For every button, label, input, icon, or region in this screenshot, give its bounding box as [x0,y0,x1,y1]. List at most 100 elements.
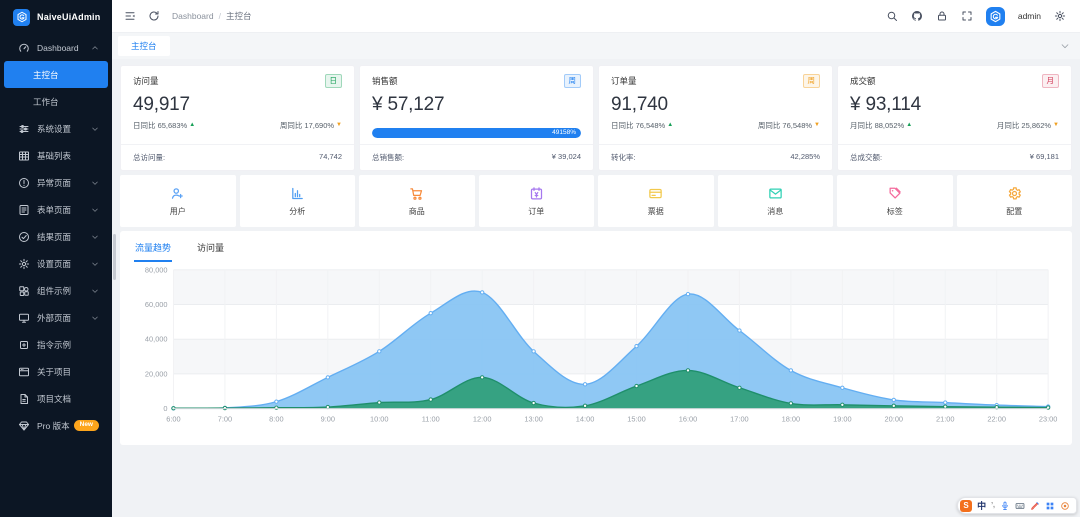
content-scrollbar[interactable] [113,234,116,280]
search-icon[interactable] [886,10,898,22]
lock-icon[interactable] [936,10,948,22]
chart-tabs: 流量趋势 访问量 [132,239,1060,262]
collapse-sidebar-icon[interactable] [124,10,136,22]
svg-text:0: 0 [163,404,167,413]
dashboard-icon [18,42,30,54]
ime-language-mode[interactable]: 中 [977,499,986,512]
stat-card-value: 91,740 [611,93,668,115]
monitor-icon [18,312,30,324]
bar-chart-icon [290,186,305,201]
fullscreen-icon[interactable] [961,10,973,22]
chevron-up-icon [91,44,99,52]
sidebar-item-11[interactable]: 指令示例 [4,331,108,358]
shortcut-订单[interactable]: 订单 [478,175,594,227]
refresh-icon[interactable] [148,10,160,22]
stat-card-badge[interactable]: 日 [324,74,342,88]
sidebar-item-10[interactable]: 外部页面 [4,304,108,331]
page-tabstrip: 主控台 [112,33,1080,59]
breadcrumb-root[interactable]: Dashboard [172,11,214,21]
table-icon [18,150,30,162]
ime-punctuation-icon[interactable]: ’, [991,502,995,509]
shortcut-商品[interactable]: 商品 [359,175,475,227]
naive-ui-admin-app: NaiveUiAdmin Dashboard 主控台 工作台 系统设置 基础列表… [0,0,1080,517]
settings-gear-icon[interactable] [1054,10,1066,22]
stat-card-value: 49,917 [133,93,190,115]
stat-card-trends: 月同比 88,052% ▲ 月同比 25,862% ▼ [850,120,1059,131]
sidebar-item-3[interactable]: 系统设置 [4,115,108,142]
stat-card-badge[interactable]: 月 [1041,74,1059,88]
stat-card-title: 成交额 [850,75,876,86]
avatar[interactable] [985,6,1005,26]
keyboard-icon[interactable] [1015,501,1025,511]
chart-tab-0[interactable]: 流量趋势 [134,239,173,262]
github-icon[interactable] [911,10,923,22]
trend-down-icon: ▼ [336,122,342,128]
sidebar: NaiveUiAdmin Dashboard 主控台 工作台 系统设置 基础列表… [0,0,112,517]
sidebar-menu: Dashboard 主控台 工作台 系统设置 基础列表 异常页面 表单页面 结果… [0,34,112,439]
content: 访问量 日 49,917 日同比 65,683% ▲ 周同比 17,690% ▼ 总访… [112,59,1080,517]
trend: 周同比 17,690% ▼ [279,120,342,130]
stat-card-footer-value: 42,285% [790,152,820,161]
username[interactable]: admin [1018,11,1041,21]
sidebar-item-5[interactable]: 异常页面 [4,169,108,196]
shortcut-票据[interactable]: 票据 [598,175,714,227]
sidebar-item-13[interactable]: 项目文档 [4,385,108,412]
stat-card-trends: 日同比 65,683% ▲ 周同比 17,690% ▼ [133,120,342,131]
shortcut-用户[interactable]: 用户 [120,175,236,227]
document-icon [18,393,30,405]
sidebar-item-1[interactable]: 主控台 [4,61,108,88]
sidebar-item-12[interactable]: 关于项目 [4,358,108,385]
svg-text:60,000: 60,000 [145,300,168,309]
shortcut-配置[interactable]: 配置 [956,175,1072,227]
breadcrumb: Dashboard / 主控台 [172,10,251,22]
stat-card-badge[interactable]: 周 [802,74,820,88]
shortcut-label: 用户 [169,206,186,216]
svg-text:80,000: 80,000 [145,265,168,274]
shortcuts-row: 用户 分析 商品 订单 票据 消息 标签 配置 [120,175,1072,227]
sidebar-item-0[interactable]: Dashboard [4,34,108,61]
app-logo[interactable]: NaiveUiAdmin [0,0,112,34]
stat-card-footer-value: ¥ 69,181 [1029,152,1059,161]
card-icon [648,186,663,201]
svg-text:7:00: 7:00 [218,414,232,423]
shortcut-消息[interactable]: 消息 [717,175,833,227]
sidebar-item-8[interactable]: 设置页面 [4,250,108,277]
ime-logo-icon[interactable]: S [960,499,973,512]
main-area: Dashboard / 主控台 admin 主控台 访问量 日 49,917 日… [112,0,1080,517]
sidebar-item-2[interactable]: 工作台 [4,88,108,115]
brush-icon[interactable] [1030,501,1040,511]
chevron-down-icon [91,314,99,322]
trend: 日同比 65,683% ▲ [133,120,196,130]
grid-icon[interactable] [1045,501,1055,511]
trend: 日同比 76,548% ▲ [611,120,674,130]
microphone-icon[interactable] [1000,501,1010,511]
chart-tab-1[interactable]: 访问量 [196,239,225,262]
svg-text:40,000: 40,000 [145,335,168,344]
progress-bar: 49158% [372,127,581,138]
svg-text:10:00: 10:00 [370,414,389,423]
sidebar-item-7[interactable]: 结果页面 [4,223,108,250]
ime-toolbar: S 中 ’, [957,497,1077,514]
trend: 月同比 88,052% ▲ [850,120,913,130]
sidebar-item-4[interactable]: 基础列表 [4,142,108,169]
svg-text:19:00: 19:00 [833,414,852,423]
sidebar-item-6[interactable]: 表单页面 [4,196,108,223]
sidebar-item-14[interactable]: Pro 版本 New [4,412,108,439]
form-icon [18,204,30,216]
stat-card-footer-label: 总销售额: [372,153,405,162]
stat-card-0: 访问量 日 49,917 日同比 65,683% ▲ 周同比 17,690% ▼ 总访… [120,65,355,171]
shortcut-label: 订单 [528,206,545,216]
svg-text:9:00: 9:00 [321,414,335,423]
ime-settings-icon[interactable] [1060,501,1070,511]
sidebar-item-9[interactable]: 组件示例 [4,277,108,304]
tab-console[interactable]: 主控台 [118,36,170,56]
chevron-down-icon[interactable] [1060,41,1070,51]
stat-card-badge[interactable]: 周 [563,74,581,88]
stat-card-1: 销售额 周 ¥ 57,127 49158% 总销售额: ¥ 39,024 [359,65,594,171]
diamond-icon [18,420,30,432]
command-icon [18,339,30,351]
shortcut-标签[interactable]: 标签 [837,175,953,227]
svg-text:8:00: 8:00 [269,414,283,423]
window-icon [18,366,30,378]
shortcut-分析[interactable]: 分析 [239,175,355,227]
